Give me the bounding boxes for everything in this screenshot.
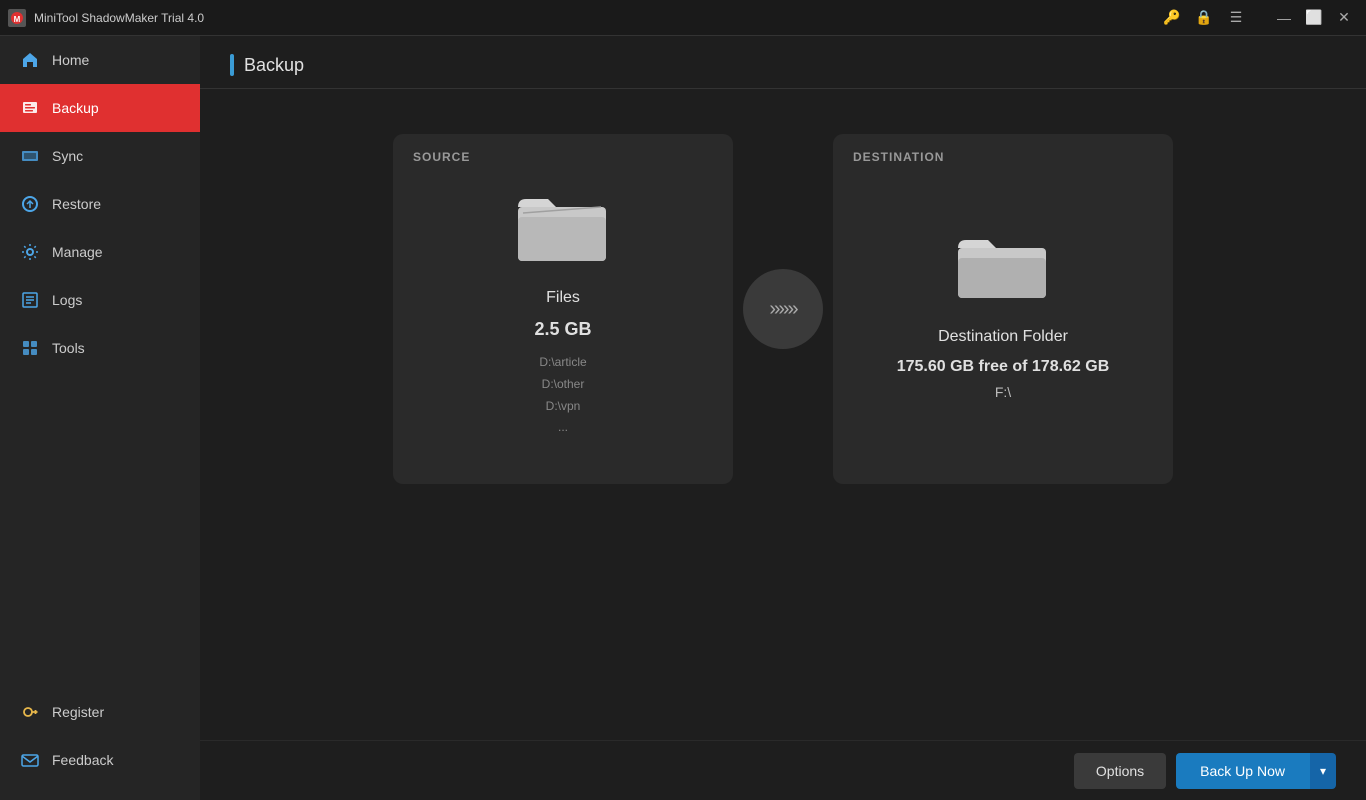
destination-label: DESTINATION [853, 150, 944, 164]
destination-drive: F:\ [995, 384, 1011, 400]
backup-icon [20, 98, 40, 118]
minimize-button[interactable]: — [1270, 4, 1298, 32]
sidebar-item-backup[interactable]: Backup [0, 84, 200, 132]
sidebar-item-register[interactable]: Register [0, 688, 200, 736]
main-layout: Home Backup Sync [0, 36, 1366, 800]
tools-icon [20, 338, 40, 358]
sidebar-item-restore[interactable]: Restore [0, 180, 200, 228]
lock-icon[interactable]: 🔒 [1190, 4, 1218, 32]
source-folder-icon [518, 189, 608, 269]
destination-title: Destination Folder [938, 328, 1068, 346]
source-card[interactable]: SOURCE File [393, 134, 733, 484]
page-title-accent [230, 54, 234, 76]
home-icon [20, 50, 40, 70]
maximize-button[interactable]: ⬜ [1300, 4, 1328, 32]
sidebar-item-home[interactable]: Home [0, 36, 200, 84]
options-button[interactable]: Options [1074, 753, 1166, 789]
restore-icon [20, 194, 40, 214]
source-label: SOURCE [413, 150, 470, 164]
title-icons: 🔑 🔒 ☰ [1158, 4, 1250, 32]
sidebar-item-sync[interactable]: Sync [0, 132, 200, 180]
sidebar-item-tools[interactable]: Tools [0, 324, 200, 372]
sidebar: Home Backup Sync [0, 36, 200, 800]
sidebar-bottom: Register Feedback [0, 688, 200, 800]
title-bar-right: 🔑 🔒 ☰ — ⬜ ✕ [1158, 4, 1358, 32]
cards-row: SOURCE File [230, 129, 1336, 489]
destination-folder-icon [958, 228, 1048, 308]
destination-card[interactable]: DESTINATION Destination Folder [833, 134, 1173, 484]
sidebar-item-manage[interactable]: Manage [0, 228, 200, 276]
destination-free: 175.60 GB free of 178.62 GB [897, 358, 1110, 376]
svg-text:M: M [14, 15, 21, 24]
content: Backup SOURCE [200, 36, 1366, 800]
register-key-icon [20, 702, 40, 722]
logs-icon [20, 290, 40, 310]
sync-icon [20, 146, 40, 166]
page-header: Backup [200, 36, 1366, 89]
app-logo: M [8, 9, 26, 27]
backup-content: SOURCE File [200, 89, 1366, 800]
app-title: MiniTool ShadowMaker Trial 4.0 [34, 11, 204, 25]
bottom-bar: Options Back Up Now ▾ [200, 740, 1366, 800]
arrow-between: »»» [743, 269, 823, 349]
source-size: 2.5 GB [534, 319, 591, 340]
source-paths: D:\article D:\other D:\vpn ... [539, 352, 586, 438]
sidebar-item-logs[interactable]: Logs [0, 276, 200, 324]
feedback-mail-icon [20, 750, 40, 770]
manage-icon [20, 242, 40, 262]
backup-now-dropdown-button[interactable]: ▾ [1309, 753, 1336, 789]
title-bar: M MiniTool ShadowMaker Trial 4.0 🔑 🔒 ☰ —… [0, 0, 1366, 36]
backup-now-container: Back Up Now ▾ [1176, 753, 1336, 789]
sidebar-item-feedback[interactable]: Feedback [0, 736, 200, 784]
source-title: Files [546, 289, 580, 307]
close-button[interactable]: ✕ [1330, 4, 1358, 32]
key-icon[interactable]: 🔑 [1158, 4, 1186, 32]
win-controls: — ⬜ ✕ [1270, 4, 1358, 32]
page-title: Backup [244, 55, 304, 76]
menu-icon[interactable]: ☰ [1222, 4, 1250, 32]
backup-now-button[interactable]: Back Up Now [1176, 753, 1309, 789]
title-bar-left: M MiniTool ShadowMaker Trial 4.0 [8, 9, 204, 27]
